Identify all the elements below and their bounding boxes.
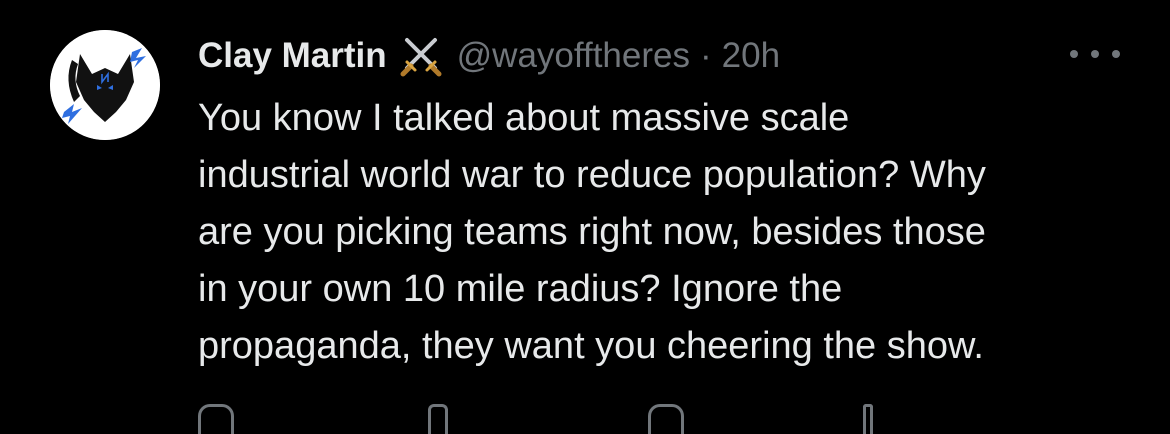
action-bar: [198, 404, 1098, 434]
author-name[interactable]: Clay Martin: [198, 36, 387, 76]
timestamp[interactable]: 20h: [722, 36, 780, 76]
tweet-text-line: in your own 10 mile radius? Ignore the: [198, 268, 843, 310]
retweet-icon[interactable]: [428, 404, 448, 434]
more-dot: [1091, 50, 1099, 58]
avatar[interactable]: [50, 30, 160, 140]
crossed-swords-icon: [397, 32, 445, 80]
more-options-icon[interactable]: [1070, 42, 1120, 66]
views-icon[interactable]: [863, 404, 873, 434]
tweet-text-line: propaganda, they want you cheering the s…: [198, 325, 984, 367]
more-dot: [1112, 50, 1120, 58]
tweet-text-line: are you picking teams right now, besides…: [198, 211, 986, 253]
more-dot: [1070, 50, 1078, 58]
tweet-text-line: You know I talked about massive scale: [198, 97, 850, 139]
tweet-text-line: industrial world war to reduce populatio…: [198, 154, 986, 196]
separator-dot: ·: [699, 36, 712, 75]
wolf-logo-icon: [50, 30, 160, 140]
reply-icon[interactable]: [198, 404, 234, 434]
tweet[interactable]: Clay Martin @wayofftheres · 20h You know…: [0, 0, 1170, 434]
tweet-text: You know I talked about massive scale in…: [198, 90, 1118, 375]
like-icon[interactable]: [648, 404, 684, 434]
tweet-header: Clay Martin @wayofftheres · 20h: [198, 30, 780, 82]
author-handle[interactable]: @wayofftheres: [457, 36, 690, 76]
